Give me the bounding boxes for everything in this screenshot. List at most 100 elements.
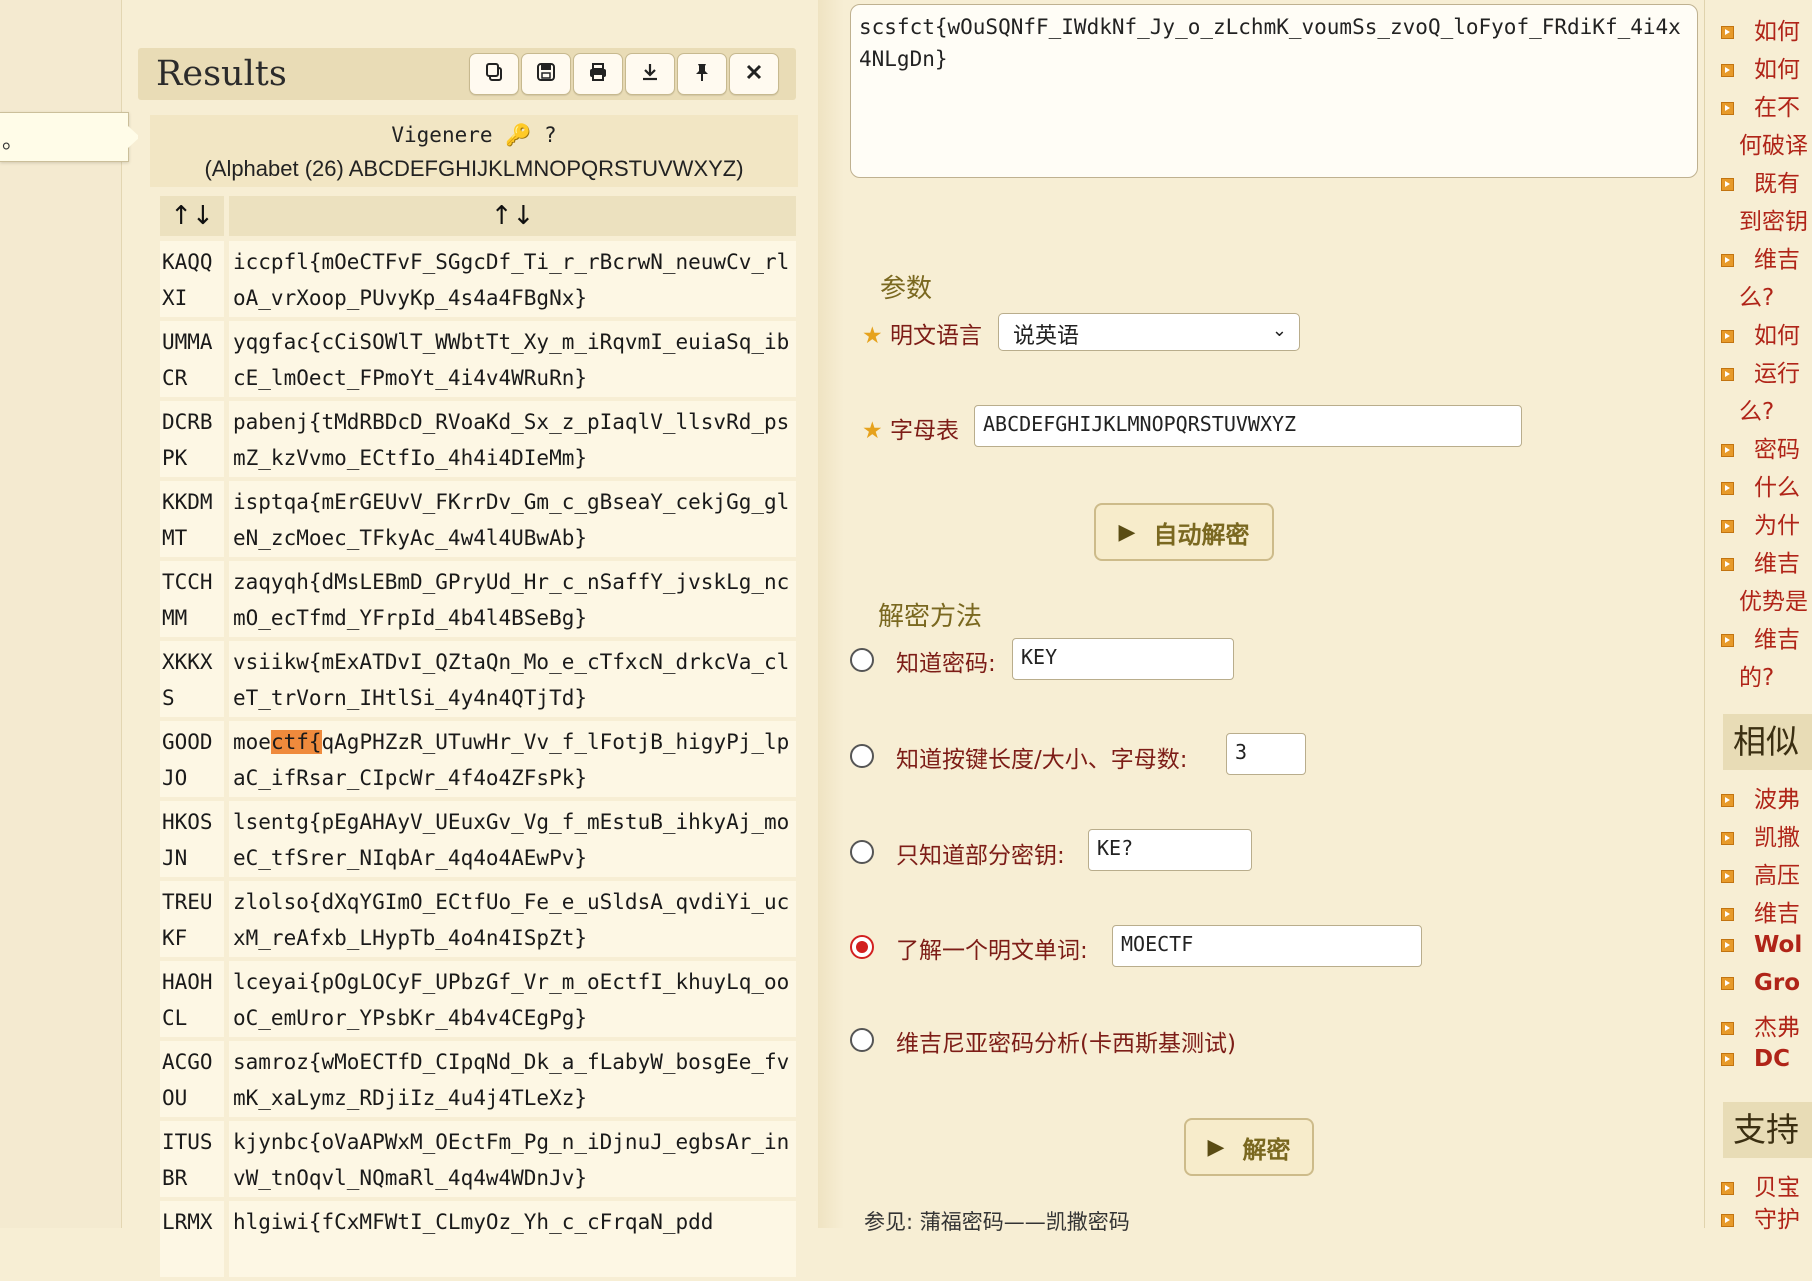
row-plaintext: yqgfac{cCiSOWlT_WWbtTt_Xy_m_iRqvmI_euiaS… bbox=[229, 321, 796, 397]
radio-known-word[interactable] bbox=[850, 935, 874, 959]
sidebar-link-label: 既有 bbox=[1754, 171, 1800, 197]
row-plaintext: moectf{qAgPHZzR_UTuwHr_Vv_f_lFotjB_higyP… bbox=[229, 721, 796, 797]
pin-button[interactable] bbox=[677, 53, 727, 95]
row-key: XKKXS bbox=[160, 641, 224, 717]
decrypt-button[interactable]: ▶ 解密 bbox=[1184, 1118, 1314, 1176]
copy-button[interactable] bbox=[469, 53, 519, 95]
sidebar-link-continuation[interactable]: 到密钥 bbox=[1739, 202, 1808, 236]
sidebar-link[interactable]: 维吉 bbox=[1721, 544, 1800, 578]
table-row[interactable]: ACGOOU samroz{wMoECTfD_CIpqNd_Dk_a_fLabyW… bbox=[160, 1041, 796, 1117]
close-button[interactable] bbox=[729, 53, 779, 95]
plaintext-lang-select[interactable]: 说英语 ⌄ bbox=[998, 313, 1300, 351]
row-key: UMMACR bbox=[160, 321, 224, 397]
sidebar-link-label: 什么 bbox=[1754, 475, 1800, 501]
download-button[interactable] bbox=[625, 53, 675, 95]
sidebar-link[interactable]: 如何 bbox=[1721, 316, 1800, 350]
alphabet-input[interactable]: ABCDEFGHIJKLMNOPQRSTUVWXYZ bbox=[974, 405, 1522, 447]
key-input[interactable]: KEY bbox=[1012, 638, 1234, 680]
results-header: Results bbox=[138, 48, 796, 100]
copy-icon bbox=[484, 62, 504, 86]
known-word-input[interactable]: MOECTF bbox=[1112, 925, 1422, 967]
row-plaintext: lsentg{pEgAHAyV_UEuxGv_Vg_f_mEstuB_ihkyA… bbox=[229, 801, 796, 877]
sidebar-link[interactable]: 波弗 bbox=[1721, 780, 1800, 814]
sidebar-link[interactable]: 什么 bbox=[1721, 468, 1800, 502]
table-row[interactable]: DCRBPK pabenj{tMdRBDcD_RVoaKd_Sx_z_pIaqlV… bbox=[160, 401, 796, 477]
sidebar-link[interactable]: 维吉 bbox=[1721, 240, 1800, 274]
sidebar-link[interactable]: 如何 bbox=[1721, 12, 1800, 46]
sidebar-link[interactable]: Wol bbox=[1721, 932, 1802, 958]
bullet-arrow-icon bbox=[1721, 178, 1734, 191]
partial-key-input[interactable]: KE? bbox=[1088, 829, 1252, 871]
sidebar-link[interactable]: 贝宝 bbox=[1721, 1168, 1800, 1202]
results-title: Results bbox=[156, 54, 287, 94]
sidebar-link-continuation[interactable]: 优势是 bbox=[1739, 582, 1808, 616]
save-button[interactable] bbox=[521, 53, 571, 95]
table-row[interactable]: GOODJO moectf{qAgPHZzR_UTuwHr_Vv_f_lFotjB… bbox=[160, 721, 796, 797]
sidebar-link[interactable]: 运行 bbox=[1721, 354, 1800, 388]
sidebar-link-continuation[interactable]: 的? bbox=[1739, 658, 1774, 692]
table-row[interactable]: ITUSBR kjynbc{oVaAPWxM_OEctFm_Pg_n_iDjnuJ… bbox=[160, 1121, 796, 1197]
sort-text-header[interactable]: ↑↓ bbox=[229, 196, 796, 236]
sidebar-link[interactable]: Gro bbox=[1721, 970, 1800, 996]
print-icon bbox=[588, 62, 608, 86]
partial-key-label: 只知道部分密钥: bbox=[896, 843, 1065, 869]
table-row[interactable]: KKDMMT isptqa{mErGEUvV_FKrrDv_Gm_c_gBseaY… bbox=[160, 481, 796, 557]
bullet-arrow-icon bbox=[1721, 444, 1734, 457]
radio-kasiski[interactable] bbox=[850, 1028, 874, 1052]
ciphertext-input[interactable]: scsfct{wOuSQNfF_IWdkNf_Jy_o_zLchmK_voumS… bbox=[850, 4, 1698, 178]
sidebar-link[interactable]: 杰弗 bbox=[1721, 1008, 1800, 1042]
bullet-arrow-icon bbox=[1721, 482, 1734, 495]
radio-key-length[interactable] bbox=[850, 744, 874, 768]
known-word-label: 了解一个明文单词: bbox=[896, 938, 1088, 964]
play-icon: ▶ bbox=[1118, 519, 1136, 545]
sidebar-link[interactable]: 为什 bbox=[1721, 506, 1800, 540]
kasiski-label: 维吉尼亚密码分析(卡西斯基测试) bbox=[896, 1031, 1236, 1057]
row-key: TCCHMM bbox=[160, 561, 224, 637]
table-row[interactable]: TCCHMM zaqyqh{dMsLEBmD_GPryUd_Hr_c_nSaffY… bbox=[160, 561, 796, 637]
table-row[interactable]: XKKXS vsiikw{mExATDvI_QZtaQn_Mo_e_cTfxcN_… bbox=[160, 641, 796, 717]
sidebar-link-label: 维吉 bbox=[1754, 901, 1800, 927]
sidebar-link-label: 维吉 bbox=[1754, 247, 1800, 273]
radio-partial-key[interactable] bbox=[850, 840, 874, 864]
plaintext-prefix: moe bbox=[233, 730, 271, 754]
table-row[interactable]: TREUKF zlolso{dXqYGImO_ECtfUo_Fe_e_uSldsA… bbox=[160, 881, 796, 957]
table-row[interactable]: UMMACR yqgfac{cCiSOWlT_WWbtTt_Xy_m_iRqvmI… bbox=[160, 321, 796, 397]
sidebar-link[interactable]: 如何 bbox=[1721, 50, 1800, 84]
print-button[interactable] bbox=[573, 53, 623, 95]
sidebar-link[interactable]: 维吉 bbox=[1721, 620, 1800, 654]
sidebar-link-label: 守护 bbox=[1754, 1207, 1800, 1233]
row-key: LRMX bbox=[160, 1201, 224, 1277]
auto-decrypt-button[interactable]: ▶ 自动解密 bbox=[1094, 503, 1274, 561]
bullet-arrow-icon bbox=[1721, 870, 1734, 883]
key-length-input[interactable]: 3 bbox=[1226, 733, 1306, 775]
method-title: 解密方法 bbox=[878, 602, 983, 632]
table-row[interactable]: HKOSJN lsentg{pEgAHAyV_UEuxGv_Vg_f_mEstuB… bbox=[160, 801, 796, 877]
sidebar-link-continuation[interactable]: 么? bbox=[1739, 392, 1774, 426]
sidebar-link[interactable]: 高压 bbox=[1721, 856, 1800, 890]
sidebar-link[interactable]: 凯撒 bbox=[1721, 818, 1800, 852]
table-row[interactable]: KAQQXI iccpfl{mOeCTFvF_SGgcDf_Ti_r_rBcrwN… bbox=[160, 241, 796, 317]
alphabet-label: ★ 字母表 bbox=[862, 418, 959, 444]
sidebar-link-continuation[interactable]: 么? bbox=[1739, 278, 1774, 312]
cipher-info: Vigenere 🔑 ? (Alphabet (26) ABCDEFGHIJKL… bbox=[150, 115, 798, 187]
sidebar-link-continuation[interactable]: 何破译 bbox=[1739, 126, 1808, 160]
table-row[interactable]: LRMX hlgiwi{fCxMFWtI_CLmyOz_Yh_c_cFrqaN_p… bbox=[160, 1201, 796, 1277]
sidebar-link[interactable]: 维吉 bbox=[1721, 894, 1800, 928]
sidebar-link[interactable]: 既有 bbox=[1721, 164, 1800, 198]
sidebar-link-label: 维吉 bbox=[1754, 551, 1800, 577]
sidebar-link-label: 运行 bbox=[1754, 361, 1800, 387]
sort-key-header[interactable]: ↑↓ bbox=[160, 196, 224, 236]
bullet-arrow-icon bbox=[1721, 908, 1734, 921]
sidebar-link-label: 维吉 bbox=[1754, 627, 1800, 653]
bullet-arrow-icon bbox=[1721, 368, 1734, 381]
sidebar-link[interactable]: DC bbox=[1721, 1046, 1790, 1072]
sidebar-link[interactable]: 在不 bbox=[1721, 88, 1800, 122]
radio-know-key[interactable] bbox=[850, 648, 874, 672]
sidebar-link[interactable]: 守护 bbox=[1721, 1200, 1800, 1234]
select-value: 说英语 bbox=[1013, 324, 1080, 349]
table-row[interactable]: HAOHCL lceyai{pOgLOCyF_UPbzGf_Vr_m_oEctfI… bbox=[160, 961, 796, 1037]
row-plaintext: iccpfl{mOeCTFvF_SGgcDf_Ti_r_rBcrwN_neuwC… bbox=[229, 241, 796, 317]
panel-divider[interactable] bbox=[818, 0, 844, 1228]
sidebar-link[interactable]: 密码 bbox=[1721, 430, 1800, 464]
sidebar-link-label: 凯撒 bbox=[1754, 825, 1800, 851]
